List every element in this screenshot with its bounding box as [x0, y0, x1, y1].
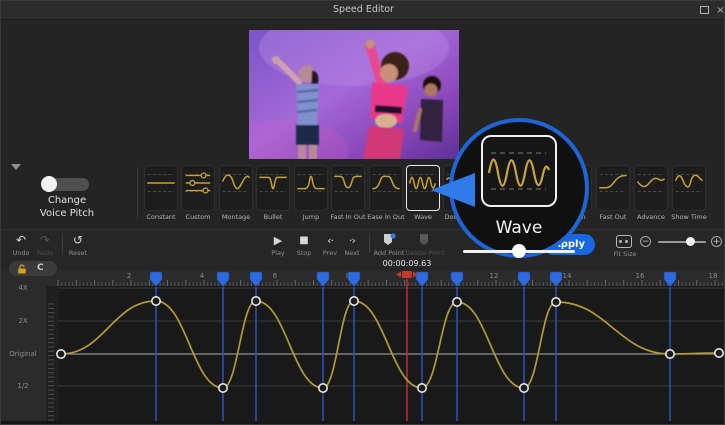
preset-curve-icon: [635, 166, 667, 200]
magnifier-label: Wave: [449, 218, 589, 238]
playhead-handle[interactable]: [396, 271, 418, 278]
preview-zoom-slider[interactable]: [658, 241, 706, 243]
magnifier-pointer-arrow: [431, 173, 475, 211]
preset-curve-icon: [220, 166, 252, 200]
keyframe-marker[interactable]: [217, 272, 229, 287]
redo-icon: ↷: [31, 233, 59, 248]
curve-control-point[interactable]: [520, 384, 528, 392]
preset-tile-constant[interactable]: [144, 165, 178, 211]
maximize-icon[interactable]: [700, 6, 709, 14]
magnified-wave-curve: [489, 160, 549, 186]
curve-control-point[interactable]: [350, 297, 358, 305]
curve-control-point[interactable]: [219, 384, 227, 392]
zoom-in-icon[interactable]: +: [711, 236, 722, 247]
curve-control-point[interactable]: [252, 297, 260, 305]
delete-point-button[interactable]: Delete Point: [405, 233, 445, 257]
zoom-slider-knob[interactable]: [686, 237, 695, 246]
preset-tile-jump[interactable]: [294, 165, 328, 211]
window-title: Speed Editor: [1, 4, 725, 15]
preset-curve-icon: [257, 166, 289, 200]
zoom-out-icon[interactable]: −: [640, 236, 651, 247]
keyframe-marker[interactable]: [150, 272, 162, 287]
curve-control-point[interactable]: [715, 349, 723, 357]
preset-tile-montage[interactable]: [219, 165, 253, 211]
curve-control-point[interactable]: [552, 298, 560, 306]
next-button[interactable]: ·› Next: [338, 233, 366, 257]
time-display: 00:00:09.63: [371, 259, 443, 268]
preset-tile-show-time[interactable]: [672, 165, 706, 211]
keyframe-marker[interactable]: [317, 272, 329, 287]
preset-tile-custom[interactable]: [181, 165, 215, 211]
next-icon: ·›: [338, 233, 366, 248]
preset-tile-advance[interactable]: [634, 165, 668, 211]
add-point-button[interactable]: Add Point: [371, 233, 407, 257]
toolbar-divider: [62, 235, 63, 253]
preset-curve-icon: [673, 166, 705, 200]
keyframe-marker[interactable]: [550, 272, 562, 287]
preset-curve-icon: [370, 166, 402, 200]
curve-control-point[interactable]: [152, 297, 160, 305]
keyframe-marker[interactable]: [416, 272, 428, 287]
preset-curve-icon: [332, 166, 364, 200]
toolbar: ↶ Undo ↷ Redo ↺ Reset ▶ Play ■ Stop ‹· P…: [1, 229, 725, 259]
curve-control-point[interactable]: [319, 384, 327, 392]
magnified-wave-tile: [481, 135, 557, 207]
close-icon[interactable]: ×: [716, 6, 725, 15]
play-icon: ▶: [264, 233, 292, 248]
curve-control-point[interactable]: [453, 298, 461, 306]
preset-tile-bullet[interactable]: [256, 165, 290, 211]
keyframe-marker[interactable]: [250, 272, 262, 287]
fit-size-icon[interactable]: [616, 235, 632, 248]
magnifier-slider-knob[interactable]: [512, 244, 526, 258]
speed-curve-path: [61, 301, 719, 388]
preset-curve-icon: [597, 166, 629, 200]
curve-control-point[interactable]: [418, 384, 426, 392]
preset-row: ConstantCustomMontageBulletJumpFast In O…: [1, 1, 725, 229]
reset-button[interactable]: ↺ Reset: [64, 233, 92, 257]
redo-button[interactable]: ↷ Redo: [31, 233, 59, 257]
keyframe-marker[interactable]: [664, 272, 676, 287]
keyframe-marker[interactable]: [518, 272, 530, 287]
keyframe-marker[interactable]: [451, 272, 463, 287]
toolbar-divider: [369, 235, 370, 253]
speed-editor-window: Speed Editor ×: [0, 0, 725, 425]
delete-point-icon: [405, 233, 445, 248]
stop-button[interactable]: ■ Stop: [290, 233, 318, 257]
preset-label: Show Time: [662, 213, 716, 221]
preset-curve-icon: [145, 166, 177, 200]
preset-tile-fast-out[interactable]: [596, 165, 630, 211]
fit-size-label: Fit Size: [605, 250, 645, 258]
preset-tile-ease-in-out[interactable]: [369, 165, 403, 211]
title-bar: Speed Editor ×: [1, 1, 725, 20]
speed-curve-svg: [1, 270, 725, 423]
curve-control-point[interactable]: [57, 350, 65, 358]
play-button[interactable]: ▶ Play: [264, 233, 292, 257]
preset-tile-fast-in-out[interactable]: [331, 165, 365, 211]
curve-control-point[interactable]: [666, 350, 674, 358]
stop-icon: ■: [290, 233, 318, 248]
reset-icon: ↺: [64, 233, 92, 248]
keyframe-marker[interactable]: [348, 272, 360, 287]
add-point-icon: [371, 233, 407, 248]
preset-curve-icon: [295, 166, 327, 200]
preset-curve-icon: [182, 166, 214, 200]
